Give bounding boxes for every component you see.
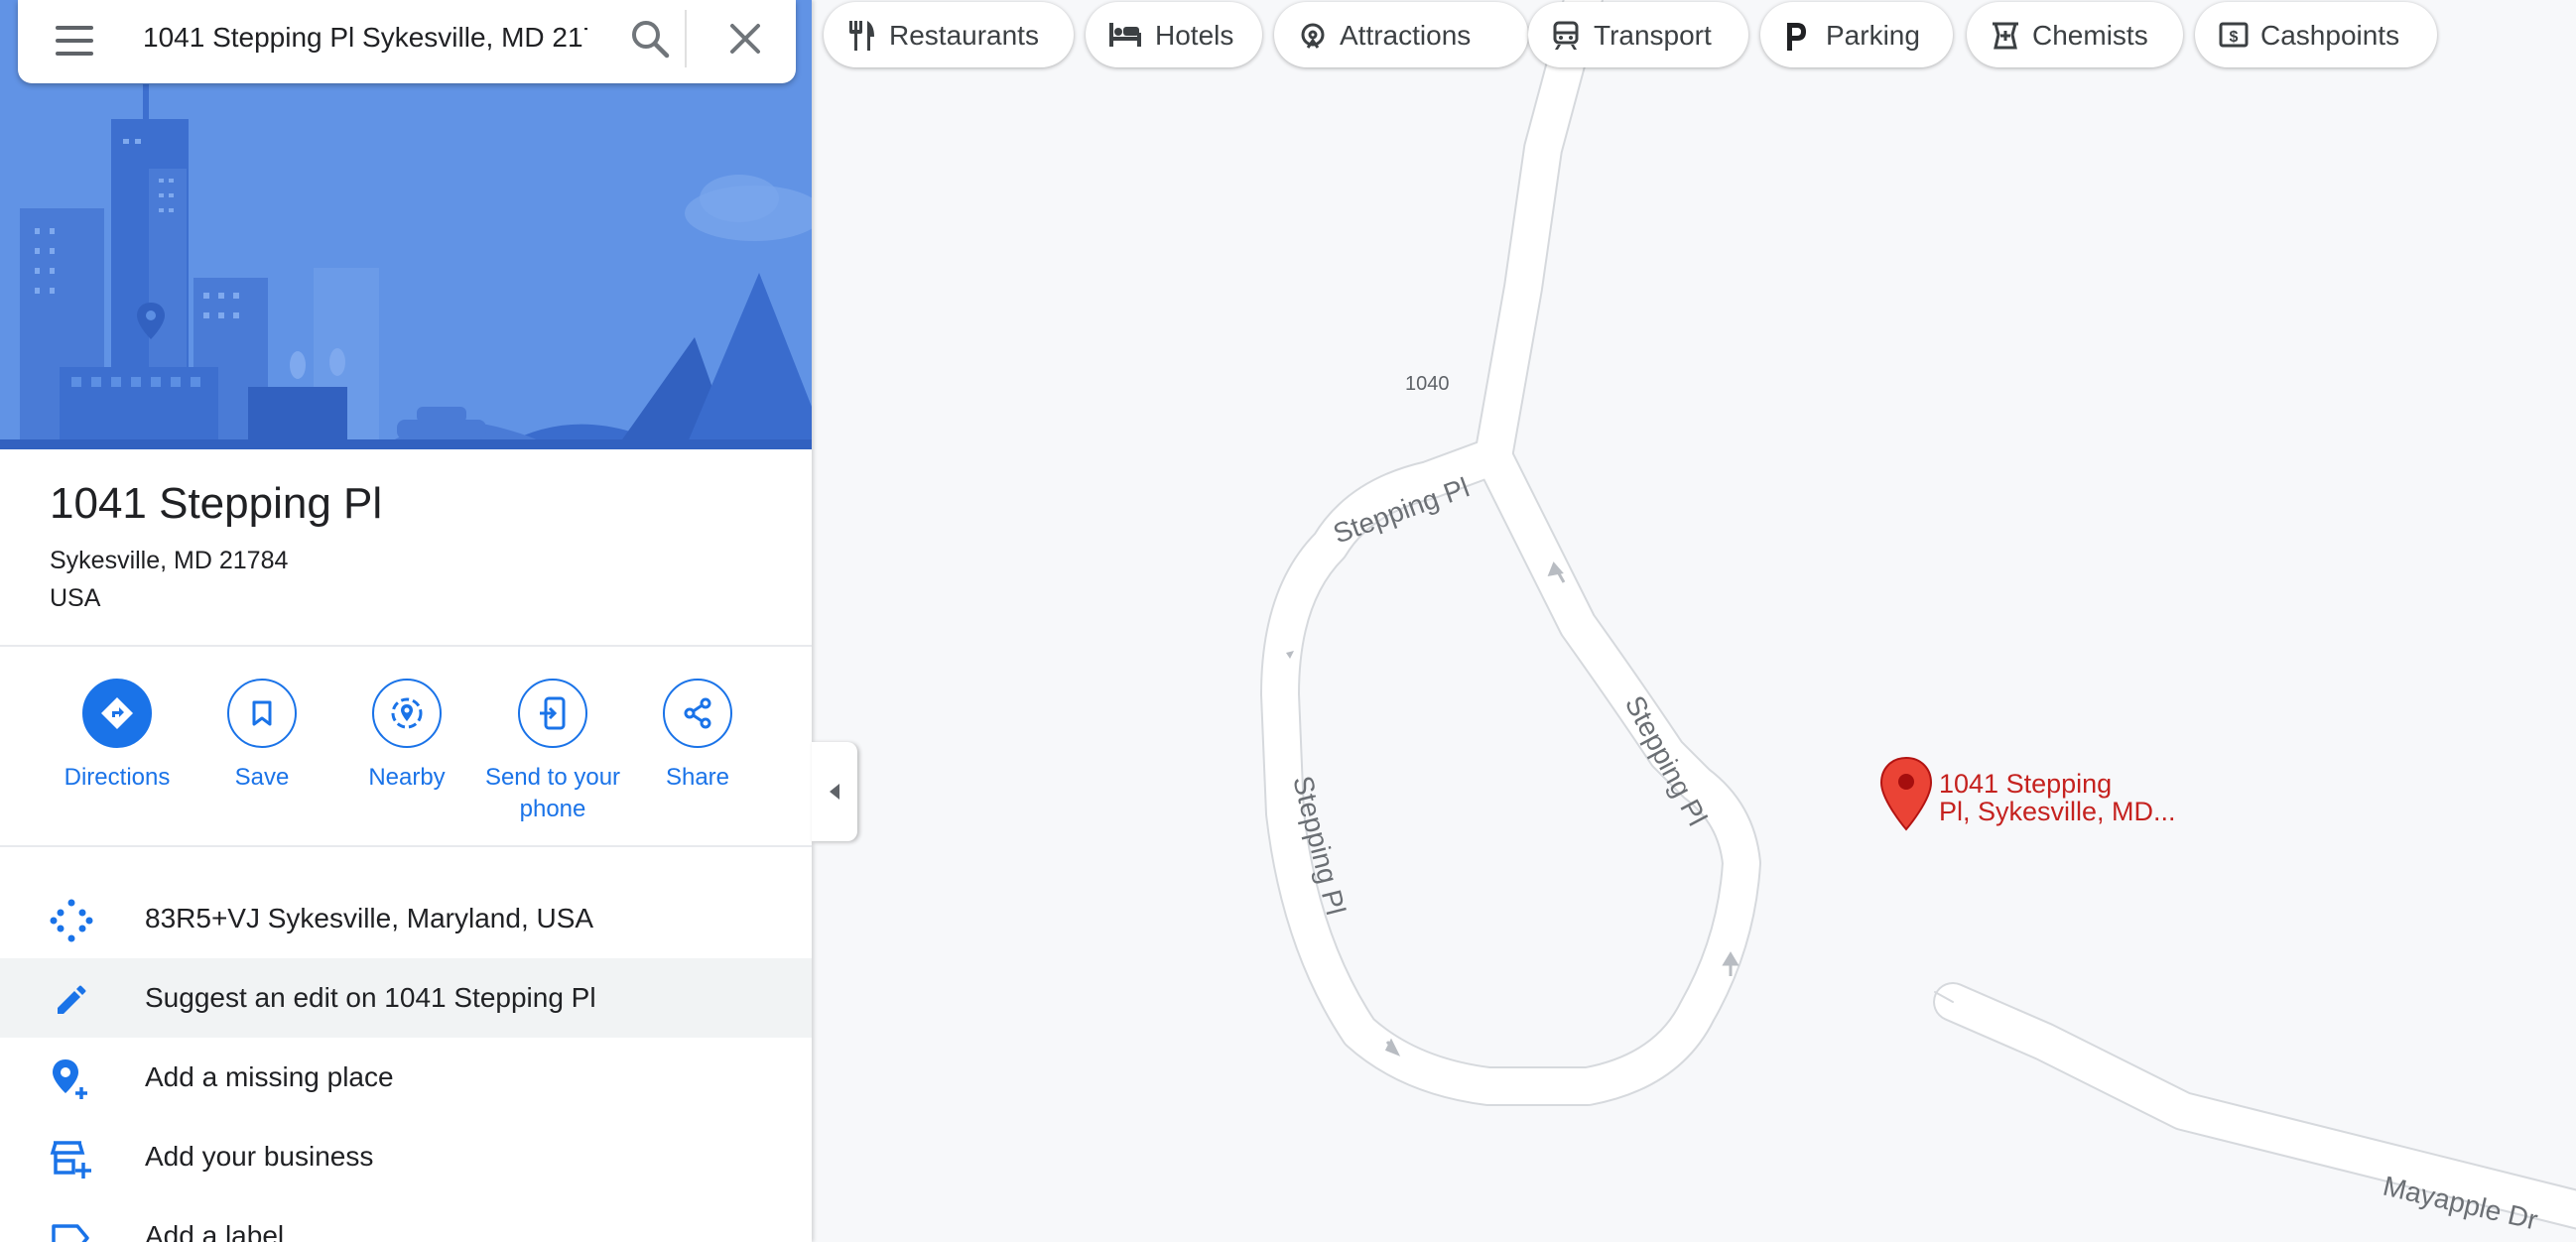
chip-cashpoints[interactable]: $ Cashpoints bbox=[2195, 2, 2437, 67]
chip-parking[interactable]: Parking bbox=[1760, 2, 1953, 67]
chip-label: Transport bbox=[1594, 20, 1712, 51]
send-to-phone-button[interactable]: Send to your phone bbox=[478, 679, 627, 825]
add-place-icon bbox=[50, 1057, 93, 1101]
send-to-phone-icon bbox=[518, 679, 587, 748]
label-icon bbox=[50, 1216, 93, 1242]
bookmark-icon bbox=[227, 679, 297, 748]
plus-code-text: 83R5+VJ Sykesville, Maryland, USA bbox=[145, 903, 594, 933]
place-address-line1: Sykesville, MD 21784 bbox=[50, 547, 289, 574]
plus-code-row[interactable]: 83R5+VJ Sykesville, Maryland, USA bbox=[0, 879, 812, 958]
chip-attractions[interactable]: Attractions bbox=[1274, 2, 1528, 67]
one-way-arrows bbox=[1286, 561, 1739, 1056]
chip-label: Restaurants bbox=[889, 20, 1039, 51]
directions-button[interactable]: Directions bbox=[43, 679, 192, 794]
action-buttons: Directions Save Nearby Send to your phon… bbox=[0, 647, 812, 845]
parking-icon bbox=[1787, 23, 1806, 51]
add-label-text: Add a label bbox=[145, 1220, 285, 1242]
restaurant-icon bbox=[849, 21, 874, 51]
pin-label-line2: Pl, Sykesville, MD... bbox=[1939, 797, 2176, 826]
collapse-panel-button[interactable] bbox=[812, 742, 857, 841]
chip-label: Cashpoints bbox=[2260, 20, 2400, 51]
pin-label-line1: 1041 Stepping bbox=[1939, 769, 2113, 799]
share-label: Share bbox=[665, 764, 730, 791]
search-divider bbox=[685, 10, 687, 67]
place-header: 1041 Stepping Pl Sykesville, MD 21784 US… bbox=[0, 449, 812, 646]
search-input[interactable] bbox=[143, 14, 587, 62]
chip-restaurants[interactable]: Restaurants bbox=[824, 2, 1074, 67]
search-icon[interactable] bbox=[627, 16, 673, 62]
menu-icon[interactable] bbox=[56, 22, 93, 60]
chip-hotels[interactable]: Hotels bbox=[1086, 2, 1262, 67]
chip-transport[interactable]: Transport bbox=[1528, 2, 1748, 67]
add-label-row[interactable]: Add a label bbox=[0, 1196, 812, 1242]
add-business-icon bbox=[50, 1137, 93, 1180]
plus-code-icon bbox=[50, 899, 93, 942]
cashpoint-icon: $ bbox=[2219, 22, 2249, 48]
place-address-line2: USA bbox=[50, 584, 101, 612]
close-icon[interactable] bbox=[722, 16, 768, 62]
divider bbox=[0, 845, 812, 847]
suggest-edit-row[interactable]: Suggest an edit on 1041 Stepping Pl bbox=[0, 958, 812, 1038]
svg-text:$: $ bbox=[2230, 29, 2239, 46]
chip-label: Attractions bbox=[1340, 20, 1472, 51]
chevron-left-icon bbox=[830, 784, 839, 800]
search-box bbox=[18, 0, 796, 83]
place-title: 1041 Stepping Pl bbox=[50, 479, 383, 528]
attractions-icon bbox=[1301, 23, 1325, 49]
hotel-icon bbox=[1109, 23, 1141, 47]
house-number-label: 1040 bbox=[1405, 373, 1450, 395]
add-missing-place-row[interactable]: Add a missing place bbox=[0, 1038, 812, 1117]
chip-label: Hotels bbox=[1155, 20, 1234, 51]
save-button[interactable]: Save bbox=[188, 679, 336, 794]
chip-chemists[interactable]: Chemists bbox=[1967, 2, 2183, 67]
nearby-icon bbox=[372, 679, 442, 748]
add-missing-place-text: Add a missing place bbox=[145, 1061, 394, 1092]
pencil-icon bbox=[50, 978, 93, 1022]
nearby-button[interactable]: Nearby bbox=[332, 679, 481, 794]
send-to-phone-label: Send to your phone bbox=[484, 764, 621, 822]
chip-label: Chemists bbox=[2032, 20, 2148, 51]
suggest-edit-text: Suggest an edit on 1041 Stepping Pl bbox=[145, 982, 596, 1013]
chip-label: Parking bbox=[1826, 20, 1920, 51]
transport-icon bbox=[1553, 21, 1579, 50]
share-button[interactable]: Share bbox=[623, 679, 772, 794]
directions-icon bbox=[82, 679, 152, 748]
add-business-text: Add your business bbox=[145, 1141, 374, 1172]
add-business-row[interactable]: Add your business bbox=[0, 1117, 812, 1196]
location-pin-icon[interactable] bbox=[1879, 756, 1933, 831]
nearby-label: Nearby bbox=[368, 764, 446, 791]
share-icon bbox=[663, 679, 732, 748]
pin-label[interactable]: 1041 Stepping Pl, Sykesville, MD... bbox=[1939, 770, 2176, 825]
chemist-icon bbox=[1993, 22, 2018, 50]
directions-label: Directions bbox=[64, 764, 171, 791]
save-label: Save bbox=[234, 764, 290, 791]
place-panel: 1041 Stepping Pl Sykesville, MD 21784 US… bbox=[0, 0, 812, 1242]
